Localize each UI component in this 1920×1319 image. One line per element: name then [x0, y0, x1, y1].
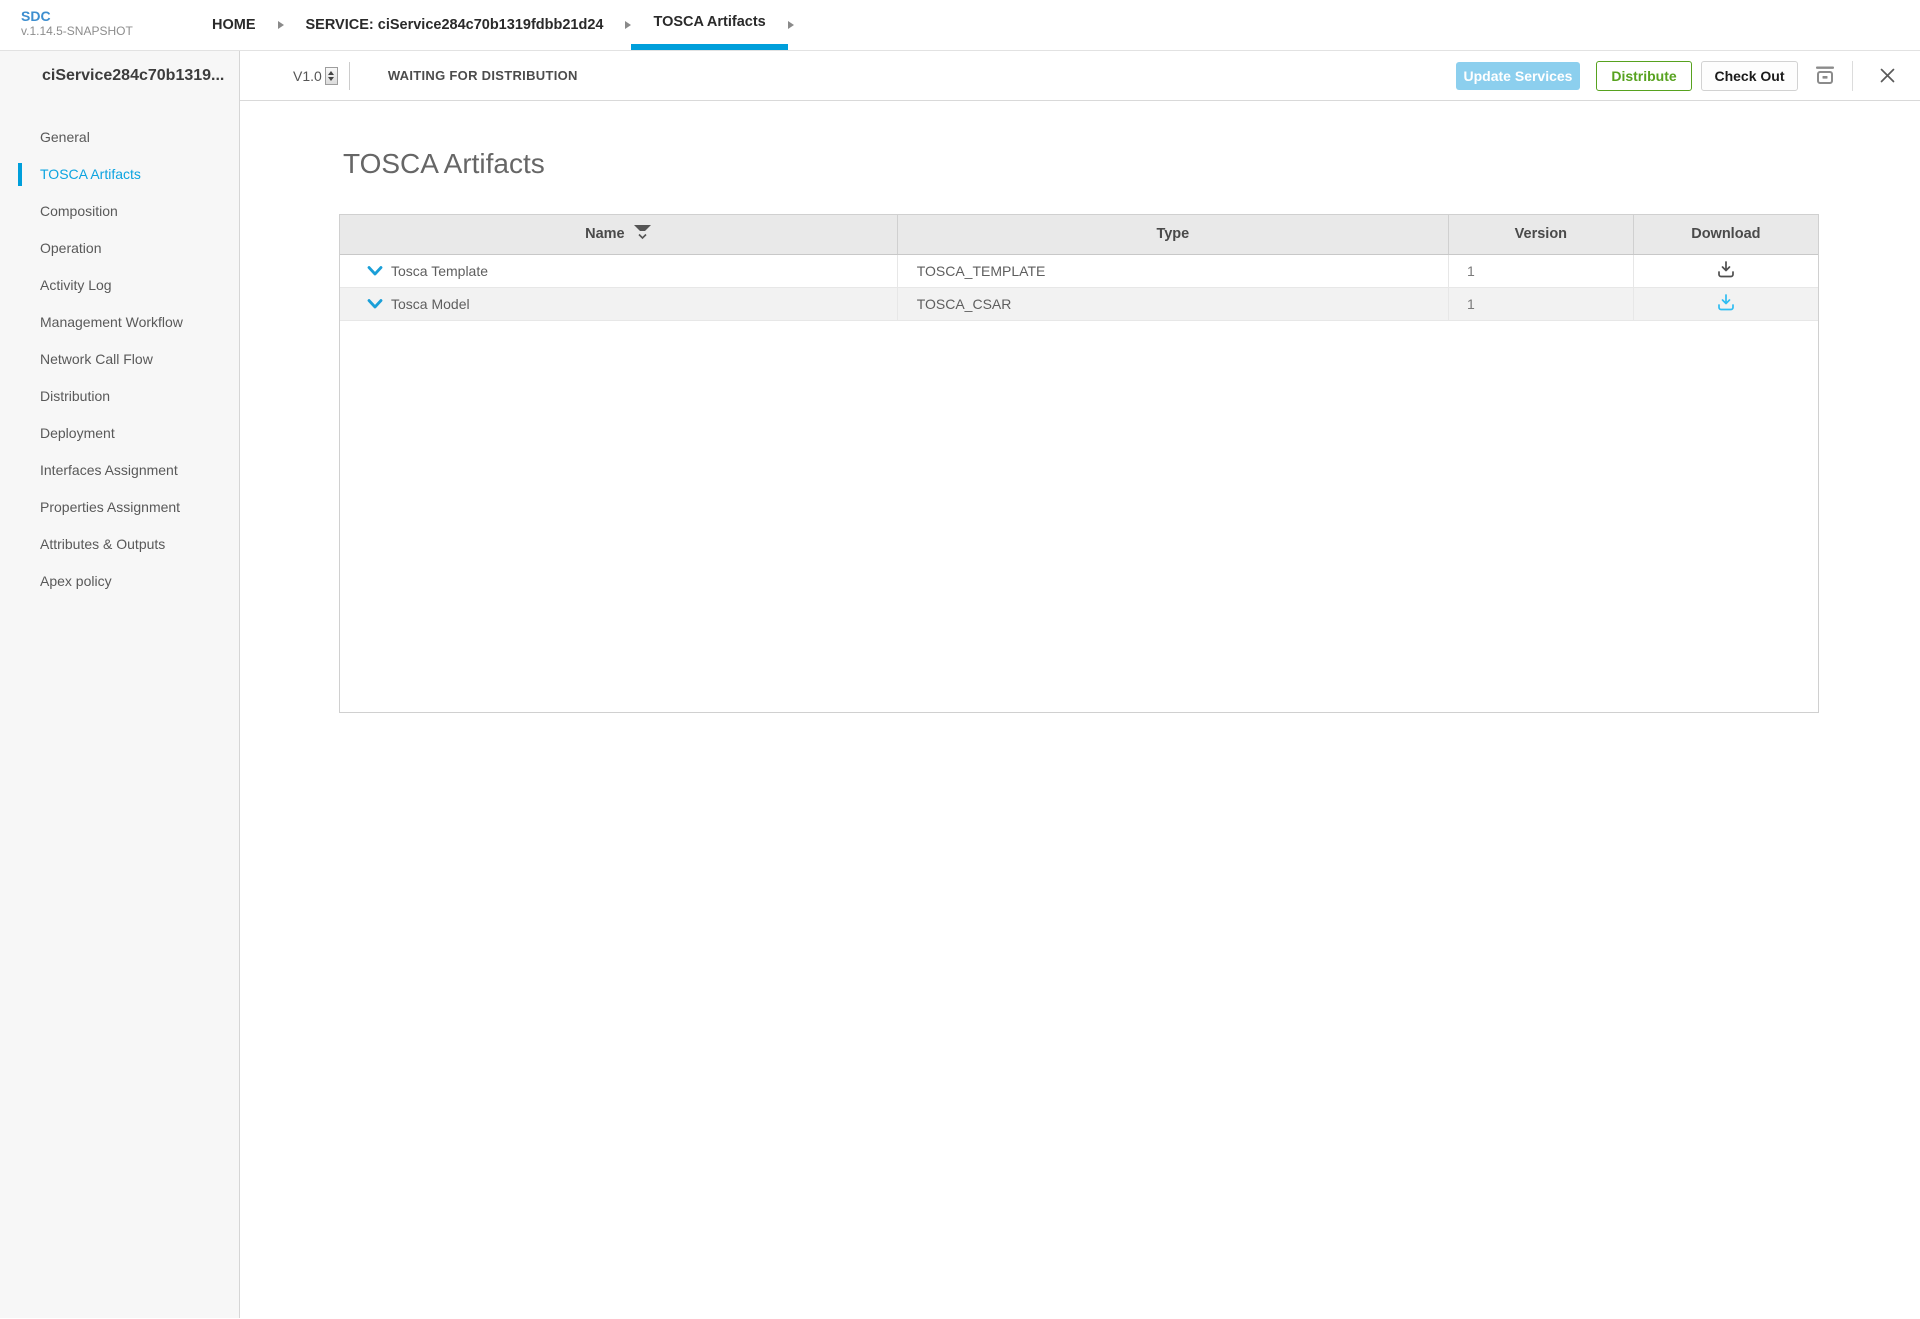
breadcrumb-tosca-artifacts[interactable]: TOSCA Artifacts — [631, 0, 787, 50]
print-icon[interactable] — [1813, 65, 1837, 86]
column-header-name[interactable]: Name — [340, 215, 897, 254]
breadcrumb-home[interactable]: HOME — [190, 0, 278, 50]
header-divider — [349, 62, 350, 90]
sdc-logo[interactable]: SDC v.1.14.5-SNAPSHOT — [0, 0, 190, 50]
service-name: ciService284c70b1319... — [0, 51, 240, 101]
page-title: TOSCA Artifacts — [343, 148, 545, 180]
lifecycle-status-label: WAITING FOR DISTRIBUTION — [388, 68, 578, 83]
spinner-down-icon — [328, 77, 334, 81]
sidebar-item-distribution[interactable]: Distribution — [0, 378, 239, 415]
table-header-row: Name Type Version Down — [340, 215, 1818, 254]
sdc-logo-text: SDC — [21, 9, 190, 24]
distribute-button[interactable]: Distribute — [1596, 61, 1692, 91]
download-icon[interactable] — [1717, 294, 1735, 311]
version-selector[interactable]: V1.0 — [293, 67, 338, 85]
main-content: TOSCA Artifacts Name — [240, 101, 1920, 1318]
workspace-header: ciService284c70b1319... V1.0 WAITING FOR… — [0, 51, 1920, 101]
column-header-download[interactable]: Download — [1633, 215, 1818, 254]
check-out-button[interactable]: Check Out — [1701, 61, 1798, 91]
artifact-type: TOSCA_TEMPLATE — [897, 254, 1448, 287]
sidebar-item-attributes-outputs[interactable]: Attributes & Outputs — [0, 526, 239, 563]
sidebar-menu: General TOSCA Artifacts Composition Oper… — [0, 101, 240, 1318]
artifact-type: TOSCA_CSAR — [897, 287, 1448, 320]
sidebar-item-apex-policy[interactable]: Apex policy — [0, 563, 239, 600]
sidebar-item-network-call-flow[interactable]: Network Call Flow — [0, 341, 239, 378]
actions-divider — [1852, 61, 1853, 91]
artifact-version: 1 — [1448, 287, 1633, 320]
column-header-type[interactable]: Type — [897, 215, 1448, 254]
top-navigation-bar: SDC v.1.14.5-SNAPSHOT HOME SERVICE: ciSe… — [0, 0, 1920, 51]
artifact-name: Tosca Model — [391, 296, 470, 312]
workspace-body: General TOSCA Artifacts Composition Oper… — [0, 101, 1920, 1318]
breadcrumb-arrow-icon — [788, 21, 794, 29]
sidebar-item-properties-assignment[interactable]: Properties Assignment — [0, 489, 239, 526]
table-row[interactable]: Tosca Template TOSCA_TEMPLATE 1 — [340, 254, 1818, 287]
update-services-button[interactable]: Update Services — [1456, 62, 1580, 90]
version-spinner[interactable] — [325, 67, 338, 85]
artifact-version: 1 — [1448, 254, 1633, 287]
sidebar-item-operation[interactable]: Operation — [0, 230, 239, 267]
breadcrumb-service[interactable]: SERVICE: ciService284c70b1319fdbb21d24 — [284, 0, 626, 50]
sidebar-item-deployment[interactable]: Deployment — [0, 415, 239, 452]
close-icon[interactable] — [1880, 68, 1895, 83]
sidebar-item-composition[interactable]: Composition — [0, 193, 239, 230]
column-header-version[interactable]: Version — [1448, 215, 1633, 254]
header-actions: Update Services Distribute Check Out — [1456, 61, 1920, 91]
sdc-version-label: v.1.14.5-SNAPSHOT — [21, 24, 190, 39]
expand-chevron-down-icon[interactable] — [367, 299, 383, 309]
breadcrumb: HOME SERVICE: ciService284c70b1319fdbb21… — [190, 0, 794, 50]
tosca-artifacts-table: Name Type Version Down — [339, 214, 1819, 713]
spinner-up-icon — [328, 71, 334, 75]
table-row[interactable]: Tosca Model TOSCA_CSAR 1 — [340, 287, 1818, 320]
sort-desc-icon[interactable] — [633, 224, 652, 244]
sidebar-item-activity-log[interactable]: Activity Log — [0, 267, 239, 304]
sidebar-item-management-workflow[interactable]: Management Workflow — [0, 304, 239, 341]
download-icon[interactable] — [1717, 261, 1735, 278]
expand-chevron-down-icon[interactable] — [367, 266, 383, 276]
sidebar-item-general[interactable]: General — [0, 119, 239, 156]
artifact-name: Tosca Template — [391, 263, 488, 279]
sidebar-item-tosca-artifacts[interactable]: TOSCA Artifacts — [0, 156, 239, 193]
version-selector-value: V1.0 — [293, 68, 322, 84]
sidebar-item-interfaces-assignment[interactable]: Interfaces Assignment — [0, 452, 239, 489]
